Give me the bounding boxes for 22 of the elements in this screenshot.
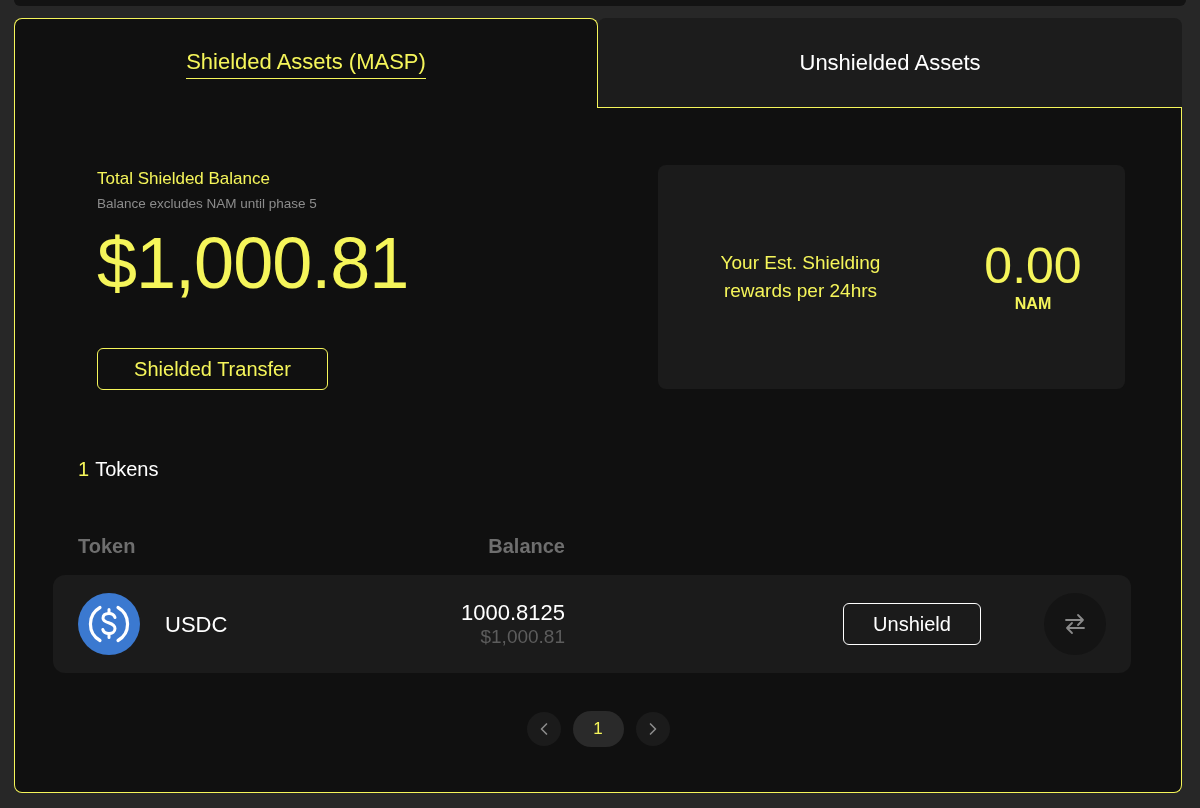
unshield-button[interactable]: Unshield (843, 603, 981, 645)
column-header: Balance (488, 534, 565, 558)
balance-amount: $1,000.81 (97, 227, 409, 299)
previous-page-button[interactable] (526, 712, 561, 746)
tokens-label: Tokens (95, 457, 159, 481)
shielded-transfer-button[interactable]: Shielded Transfer (97, 348, 328, 390)
rewards-value: 0.00 (984, 240, 1082, 292)
balance-note: Balance excludes NAM until phase 5 (97, 195, 317, 213)
tab[interactable]: Unshielded Assets (598, 18, 1182, 108)
next-page-button[interactable] (635, 712, 670, 746)
token-amount: 1000.8125 (461, 600, 565, 626)
rewards-unit: NAM (1014, 294, 1052, 314)
token-count: 1 (78, 457, 90, 481)
swap-arrows-icon (1063, 612, 1087, 636)
rewards-label: Your Est. Shielding rewards per 24hrs (719, 251, 882, 303)
tab[interactable]: Shielded Assets (MASP) (14, 18, 598, 108)
page-button[interactable]: 1 (572, 711, 624, 747)
token-name: USDC (165, 610, 228, 639)
column-header: Token (78, 534, 136, 558)
token-value: $1,000.81 (480, 626, 565, 648)
balance-title: Total Shielded Balance (97, 169, 270, 189)
dollar-coin-icon (78, 593, 140, 655)
